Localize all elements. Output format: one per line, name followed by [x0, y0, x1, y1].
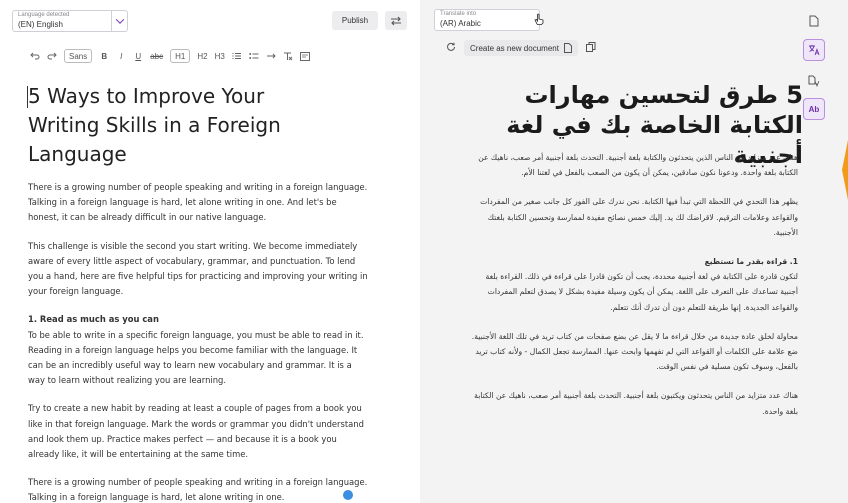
source-panel: Language detected (EN) English Publish S… — [0, 0, 420, 503]
paragraph: There is a growing number of people spea… — [28, 182, 368, 223]
text-editor-icon[interactable]: Ab — [803, 98, 825, 120]
source-language-label: Language detected — [18, 12, 70, 18]
grammar-check-icon[interactable] — [343, 490, 353, 500]
heading2-button[interactable]: H2 — [197, 49, 207, 63]
document-title[interactable]: 5 Ways to Improve Your Writing Skills in… — [28, 82, 328, 169]
translated-body: هناك عدد متزايد من الناس الذين يتحدثون و… — [468, 150, 798, 433]
target-panel: Translate into (AR) Arabic Create as new… — [420, 0, 848, 503]
code-block-icon[interactable] — [299, 49, 310, 63]
chevron-down-icon[interactable] — [111, 11, 127, 31]
bold-button[interactable]: B — [99, 49, 109, 63]
underline-button[interactable]: U — [133, 49, 143, 63]
create-new-document-button[interactable]: Create as new document — [464, 40, 578, 56]
heading3-button[interactable]: H3 — [215, 49, 225, 63]
paragraph: لتكون قادرة على الكتابة في لغة أجنبية مح… — [485, 272, 798, 312]
link-icon[interactable] — [266, 49, 276, 63]
publish-button[interactable]: Publish — [332, 11, 378, 30]
paragraph: To be able to write in a specific foreig… — [28, 329, 364, 386]
formatting-toolbar: Sans B I U abc H1 H2 H3 — [30, 48, 310, 64]
swap-icon — [391, 16, 401, 25]
target-toolbar: Create as new document — [446, 40, 596, 56]
strikethrough-button[interactable]: abc — [150, 49, 163, 63]
document-body[interactable]: There is a growing number of people spea… — [28, 180, 368, 503]
paragraph: هناك عدد متزايد من الناس يتحدثون ويكتبون… — [474, 391, 798, 416]
target-language-label: Translate into — [440, 11, 477, 17]
bullet-list-icon[interactable] — [249, 49, 259, 63]
paragraph: Try to create a new habit by reading at … — [28, 403, 364, 460]
heading1-button[interactable]: H1 — [170, 49, 191, 63]
target-language-value: (AR) Arabic — [440, 19, 481, 28]
source-language-select[interactable]: Language detected (EN) English — [12, 10, 128, 32]
decorative-edge — [840, 140, 848, 200]
source-language-value: (EN) English — [18, 20, 63, 29]
copy-icon[interactable] — [585, 42, 596, 54]
clear-format-icon[interactable] — [283, 49, 293, 63]
document-translate-icon[interactable] — [803, 70, 825, 92]
redo-icon[interactable] — [47, 49, 57, 63]
document-icon[interactable] — [803, 10, 825, 32]
pointer-hand-icon — [532, 11, 546, 25]
paragraph: هناك عدد متزايد من الناس الذين يتحدثون و… — [478, 153, 798, 178]
create-new-document-label: Create as new document — [470, 43, 559, 53]
paragraph: محاولة لخلق عادة جديدة من خلال قراءة ما … — [471, 331, 798, 372]
numbered-list-icon[interactable] — [232, 49, 242, 63]
undo-icon[interactable] — [30, 49, 40, 63]
paragraph: There is a growing number of people spea… — [28, 477, 368, 503]
swap-languages-button[interactable] — [385, 11, 407, 30]
translate-icon[interactable] — [803, 39, 825, 61]
document-icon — [563, 43, 572, 53]
refresh-icon[interactable] — [446, 42, 456, 54]
font-family-button[interactable]: Sans — [64, 49, 93, 63]
paragraph: This challenge is visible the second you… — [28, 240, 368, 297]
section-heading: 1. قراءة بقدر ما تستطيع — [704, 257, 798, 267]
target-language-select[interactable]: Translate into (AR) Arabic — [434, 9, 540, 31]
paragraph: يظهر هذا التحدي في اللحظة التي تبدأ فيها… — [480, 197, 798, 237]
section-heading: 1. Read as much as you can — [28, 314, 159, 325]
italic-button[interactable]: I — [116, 49, 126, 63]
